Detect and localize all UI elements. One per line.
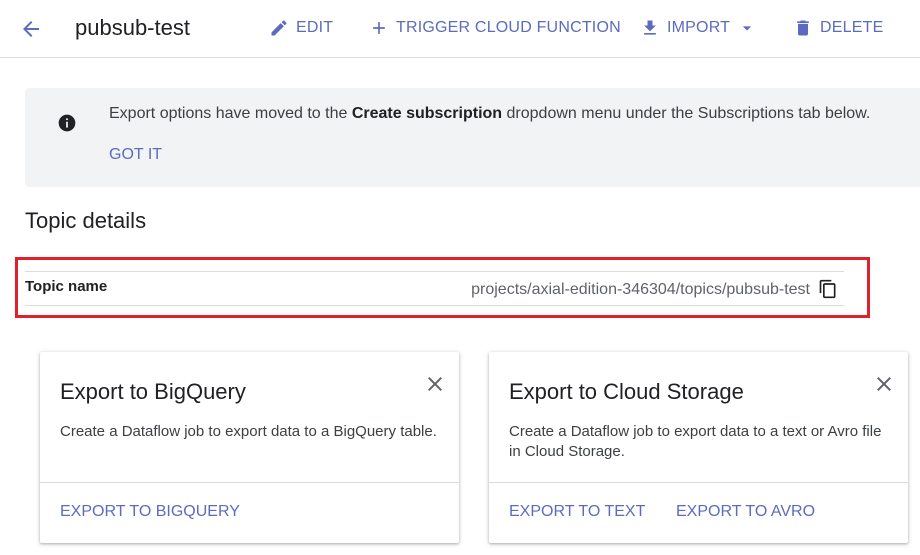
delete-button[interactable]: DELETE <box>793 14 883 42</box>
close-icon[interactable] <box>872 372 896 396</box>
export-cloud-storage-card: Export to Cloud Storage Create a Dataflo… <box>489 352 908 543</box>
edit-button[interactable]: EDIT <box>269 14 333 42</box>
info-banner: Export options have moved to the Create … <box>25 88 920 187</box>
download-icon <box>644 20 656 35</box>
edit-label: EDIT <box>296 19 334 36</box>
caret-down-icon <box>742 26 752 31</box>
card-divider <box>489 482 908 483</box>
export-to-bigquery-button[interactable]: EXPORT TO BIGQUERY <box>60 503 240 521</box>
info-icon <box>58 114 76 132</box>
banner-message-suffix: dropdown menu under the Subscriptions ta… <box>502 105 871 122</box>
page-title: pubsub-test <box>75 15 190 40</box>
import-label: IMPORT <box>667 19 731 36</box>
delete-label: DELETE <box>820 19 884 36</box>
arrow-back-icon <box>23 21 39 37</box>
banner-message-bold: Create subscription <box>351 105 503 122</box>
export-to-text-button[interactable]: EXPORT TO TEXT <box>509 503 645 521</box>
card-divider <box>40 482 459 483</box>
detail-value: projects/axial-edition-346304/topics/pub… <box>471 281 810 298</box>
export-to-avro-button[interactable]: EXPORT TO AVRO <box>676 503 815 521</box>
import-button[interactable]: IMPORT <box>640 14 757 42</box>
copy-icon[interactable] <box>818 279 838 299</box>
card-description: Create a Dataflow job to export data to … <box>509 423 882 460</box>
close-icon[interactable] <box>423 372 447 396</box>
banner-message: Export options have moved to the Create … <box>109 104 870 124</box>
plus-icon <box>373 22 385 34</box>
section-title: Topic details <box>25 208 147 233</box>
got-it-button[interactable]: GOT IT <box>109 146 162 164</box>
top-toolbar: pubsub-test EDIT TRIGGER CLOUD FUNCTION … <box>0 0 920 58</box>
trash-icon <box>797 20 809 36</box>
detail-key: Topic name <box>25 278 108 295</box>
trigger-cloud-function-button[interactable]: TRIGGER CLOUD FUNCTION <box>369 14 621 42</box>
card-description: Create a Dataflow job to export data to … <box>60 423 437 440</box>
back-button[interactable] <box>17 15 45 43</box>
card-title: Export to Cloud Storage <box>509 379 744 404</box>
banner-message-prefix: Export options have moved to the <box>109 105 352 122</box>
export-bigquery-card: Export to BigQuery Create a Dataflow job… <box>40 352 459 543</box>
detail-row-topic-name: Topic name projects/axial-edition-346304… <box>25 271 844 306</box>
trigger-label: TRIGGER CLOUD FUNCTION <box>396 19 621 36</box>
card-title: Export to BigQuery <box>60 379 246 404</box>
pencil-icon <box>271 20 287 36</box>
